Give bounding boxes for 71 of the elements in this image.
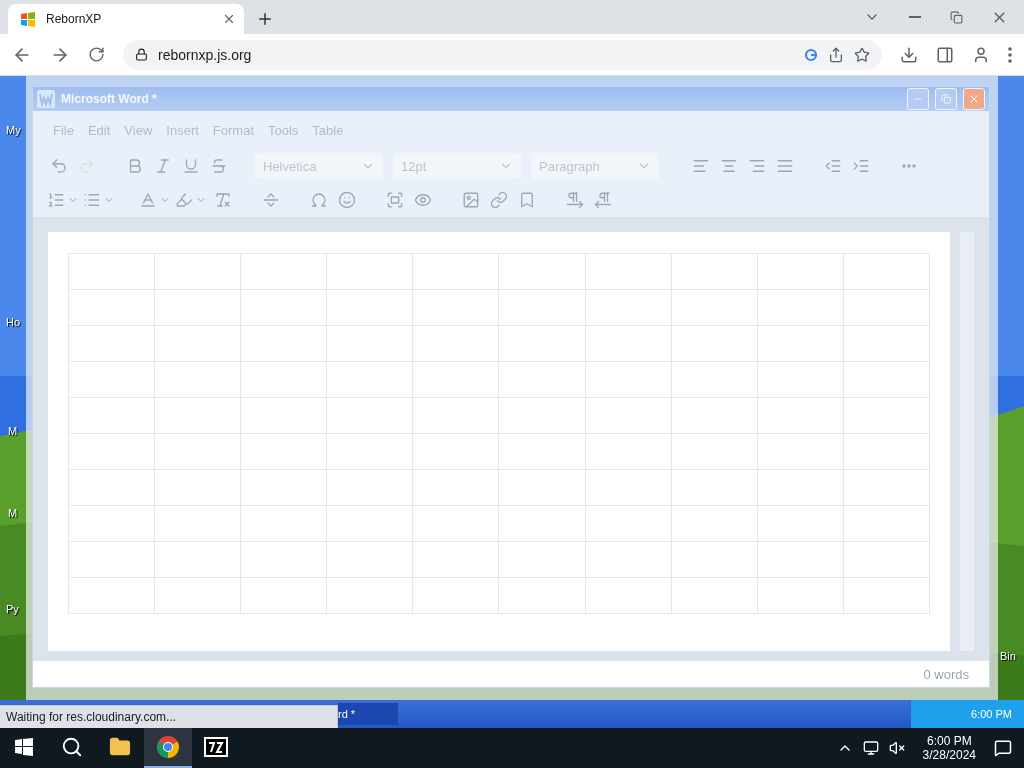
google-icon xyxy=(804,47,818,62)
desktop-icon-label: M xyxy=(8,507,18,519)
desktop-icon-label: Bin xyxy=(1000,650,1016,662)
desktop-icon-label: Ho xyxy=(6,316,21,328)
search-icon xyxy=(61,736,83,758)
menu-icon xyxy=(1008,46,1012,63)
maximize-button[interactable] xyxy=(935,88,957,110)
address-bar[interactable]: rebornxp.js.org xyxy=(123,39,882,70)
profile-icon xyxy=(972,45,990,64)
close-icon xyxy=(222,12,236,26)
download-icon xyxy=(900,45,918,64)
bookmark-icon xyxy=(518,191,536,209)
share-icon xyxy=(828,46,844,63)
smiley-icon xyxy=(338,191,356,209)
page-break-icon xyxy=(262,191,280,209)
numbered-list-icon xyxy=(47,191,65,209)
align-center-icon xyxy=(720,157,738,175)
star-icon xyxy=(854,46,870,63)
windows-flag-icon xyxy=(20,11,36,27)
muted-speaker-icon xyxy=(888,740,905,756)
justify-icon xyxy=(776,157,794,175)
highlighter-icon xyxy=(175,191,193,209)
network-icon xyxy=(862,740,879,756)
archive-app-icon xyxy=(204,737,228,757)
maximize-icon xyxy=(941,94,951,104)
lock-icon xyxy=(135,48,148,61)
desktop-icon-label: M xyxy=(8,425,18,437)
taskbar-app[interactable] xyxy=(144,728,192,768)
minimize-icon xyxy=(908,16,922,18)
more-icon xyxy=(902,164,916,168)
taskbar-button[interactable]: rd * xyxy=(338,703,398,725)
image-icon xyxy=(462,191,480,209)
underline-icon xyxy=(182,157,200,175)
align-left-icon xyxy=(692,157,710,175)
browser-tab[interactable]: RebornXP xyxy=(8,4,244,34)
clock-time[interactable]: 6:00 PM xyxy=(926,734,972,748)
undo-icon xyxy=(50,157,68,175)
bullet-list-icon xyxy=(83,191,101,209)
fullscreen-icon xyxy=(386,191,404,209)
indent-icon xyxy=(852,157,870,175)
align-right-icon xyxy=(748,157,766,175)
chrome-icon xyxy=(156,735,180,759)
pilcrow-right-icon xyxy=(566,191,584,209)
tab-title: RebornXP xyxy=(46,12,103,26)
outdent-icon xyxy=(824,157,842,175)
notification-icon xyxy=(994,739,1012,757)
restore-icon xyxy=(950,10,963,24)
eye-icon xyxy=(414,191,432,209)
status-bubble: Waiting for res.cloudinary.com... xyxy=(0,705,338,728)
clock-date[interactable]: 3/28/2024 xyxy=(922,748,976,762)
pilcrow-left-icon xyxy=(594,191,612,209)
link-icon xyxy=(490,191,508,209)
strikethrough-icon xyxy=(210,157,228,175)
clear-format-icon xyxy=(214,191,232,209)
desktop-icon-label: Py xyxy=(6,603,19,615)
close-button[interactable] xyxy=(963,88,985,110)
folder-icon xyxy=(109,736,131,758)
minimize-button[interactable] xyxy=(907,88,929,110)
desktop-icon-label: My xyxy=(6,124,21,136)
close-icon xyxy=(968,93,980,105)
side-panel-icon xyxy=(936,45,954,64)
windows-icon xyxy=(15,738,33,756)
text-color-icon xyxy=(139,191,157,209)
xp-clock: 6:00 PM xyxy=(911,700,1024,728)
reload-icon xyxy=(88,46,105,63)
new-tab-icon xyxy=(256,10,274,28)
word-count: 0 words xyxy=(923,666,969,682)
window-title: Microsoft Word * xyxy=(61,92,158,106)
word-logo-icon xyxy=(37,90,55,108)
omega-icon xyxy=(310,191,328,209)
italic-icon xyxy=(154,157,172,175)
